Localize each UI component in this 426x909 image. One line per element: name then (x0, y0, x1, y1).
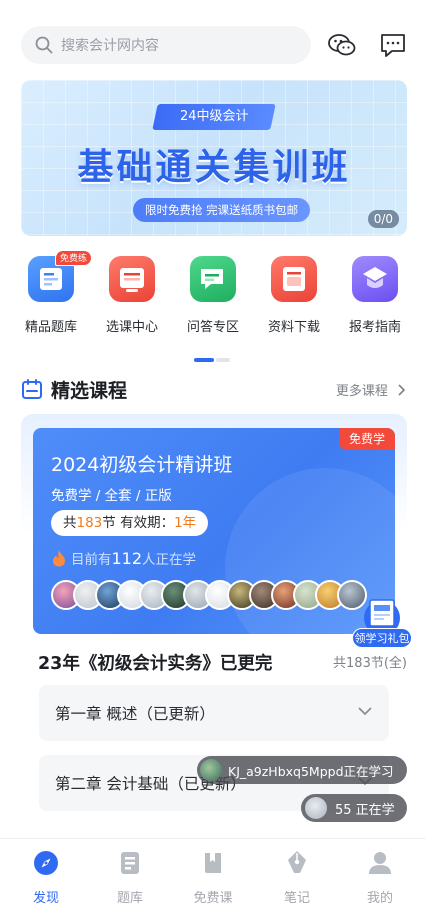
course-name: 23年《初级会计实务》已更完 (38, 654, 273, 674)
chevron-right-icon (398, 384, 406, 396)
nav-label: 报考指南 (348, 320, 401, 335)
tab-label: 免费课 (193, 891, 233, 906)
download-icon (271, 256, 317, 302)
learners-count-text: 55 正在学 (335, 802, 395, 818)
gift-label: 领学习礼包 (352, 628, 412, 648)
fire-icon (53, 550, 65, 567)
nav-download[interactable]: 资料下载 (259, 256, 329, 335)
more-courses-link[interactable]: 更多课程 (336, 380, 406, 399)
banner-counter: 0/0 (367, 210, 399, 228)
chapter-item[interactable]: 第一章 概述（已更新） (39, 685, 389, 741)
course-center-icon (109, 256, 155, 302)
tab-free-course[interactable]: 免费课 (171, 849, 255, 906)
nav-label: 问答专区 (186, 320, 239, 335)
nav-guide[interactable]: 报考指南 (340, 256, 410, 335)
tab-profile[interactable]: 我的 (338, 849, 422, 906)
search-icon (35, 36, 53, 54)
banner-subtitle: 限时免费抢 完课送纸质书包邮 (133, 198, 311, 222)
book-icon (205, 853, 221, 873)
nav-label: 选课中心 (105, 320, 158, 335)
section-title: 精选课程 (51, 380, 128, 402)
pen-nib-icon (288, 851, 306, 873)
studying-count: 目前有 112 人正在学 (51, 548, 196, 568)
nav-course-center[interactable]: 选课中心 (97, 256, 167, 335)
live-learner-toast: KJ_a9zHbxq5Mppd正在学习 (197, 756, 407, 784)
nav-question-bank[interactable]: 免费练 精品题库 (16, 250, 93, 335)
qa-icon (190, 256, 236, 302)
live-learner-text: KJ_a9zHbxq5Mppd正在学习 (228, 763, 394, 779)
tab-label: 题库 (116, 891, 143, 906)
compass-icon (34, 851, 58, 875)
free-tag: 免费学 (338, 428, 395, 450)
tab-discover[interactable]: 发现 (4, 849, 88, 906)
study-gift-button[interactable]: 领学习礼包 (352, 594, 412, 650)
avatar (305, 797, 327, 819)
tab-question-bank[interactable]: 题库 (88, 849, 172, 906)
course-info-pill: 共183节 有效期：1年 (51, 510, 209, 536)
lesson-count: 共183节(全) (333, 656, 407, 671)
banner-title: 基础通关集训班 (77, 147, 351, 188)
banner-tag: 24中级会计 (152, 104, 276, 130)
course-cover-subtitle: 免费学 / 全套 / 正版 (51, 488, 172, 504)
nav-label: 资料下载 (267, 320, 320, 335)
learners-count-pill[interactable]: 55 正在学 (301, 794, 407, 822)
question-bank-icon: 免费练 (28, 250, 93, 302)
guide-icon (352, 256, 398, 302)
search-bar[interactable]: 搜索会计网内容 (21, 26, 311, 64)
calendar-icon (22, 379, 42, 399)
free-practice-badge: 免费练 (55, 250, 93, 266)
chevron-down-icon (358, 707, 372, 716)
user-icon (369, 852, 391, 874)
nav-label: 精品题库 (24, 320, 77, 335)
avatar (200, 759, 222, 781)
course-cover-title: 2024初级会计精讲班 (51, 454, 233, 476)
tab-label: 笔记 (283, 891, 310, 906)
tab-label: 我的 (366, 891, 393, 906)
nav-qa[interactable]: 问答专区 (178, 256, 248, 335)
course-cover[interactable]: 免费学 2024初级会计精讲班 免费学 / 全套 / 正版 共183节 有效期：… (33, 428, 395, 634)
promo-banner[interactable]: 24中级会计 基础通关集训班 限时免费抢 完课送纸质书包邮 0/0 (21, 80, 407, 236)
bottom-tab-bar: 发现 题库 免费课 笔记 我的 (0, 838, 426, 909)
nav-pager (194, 358, 234, 362)
tab-label: 发现 (32, 891, 59, 906)
wechat-icon[interactable] (327, 30, 357, 60)
document-icon (121, 852, 139, 874)
message-icon[interactable] (378, 30, 408, 60)
chapter-label: 第一章 概述（已更新） (55, 705, 215, 723)
tab-notes[interactable]: 笔记 (255, 849, 339, 906)
search-placeholder: 搜索会计网内容 (61, 38, 159, 54)
